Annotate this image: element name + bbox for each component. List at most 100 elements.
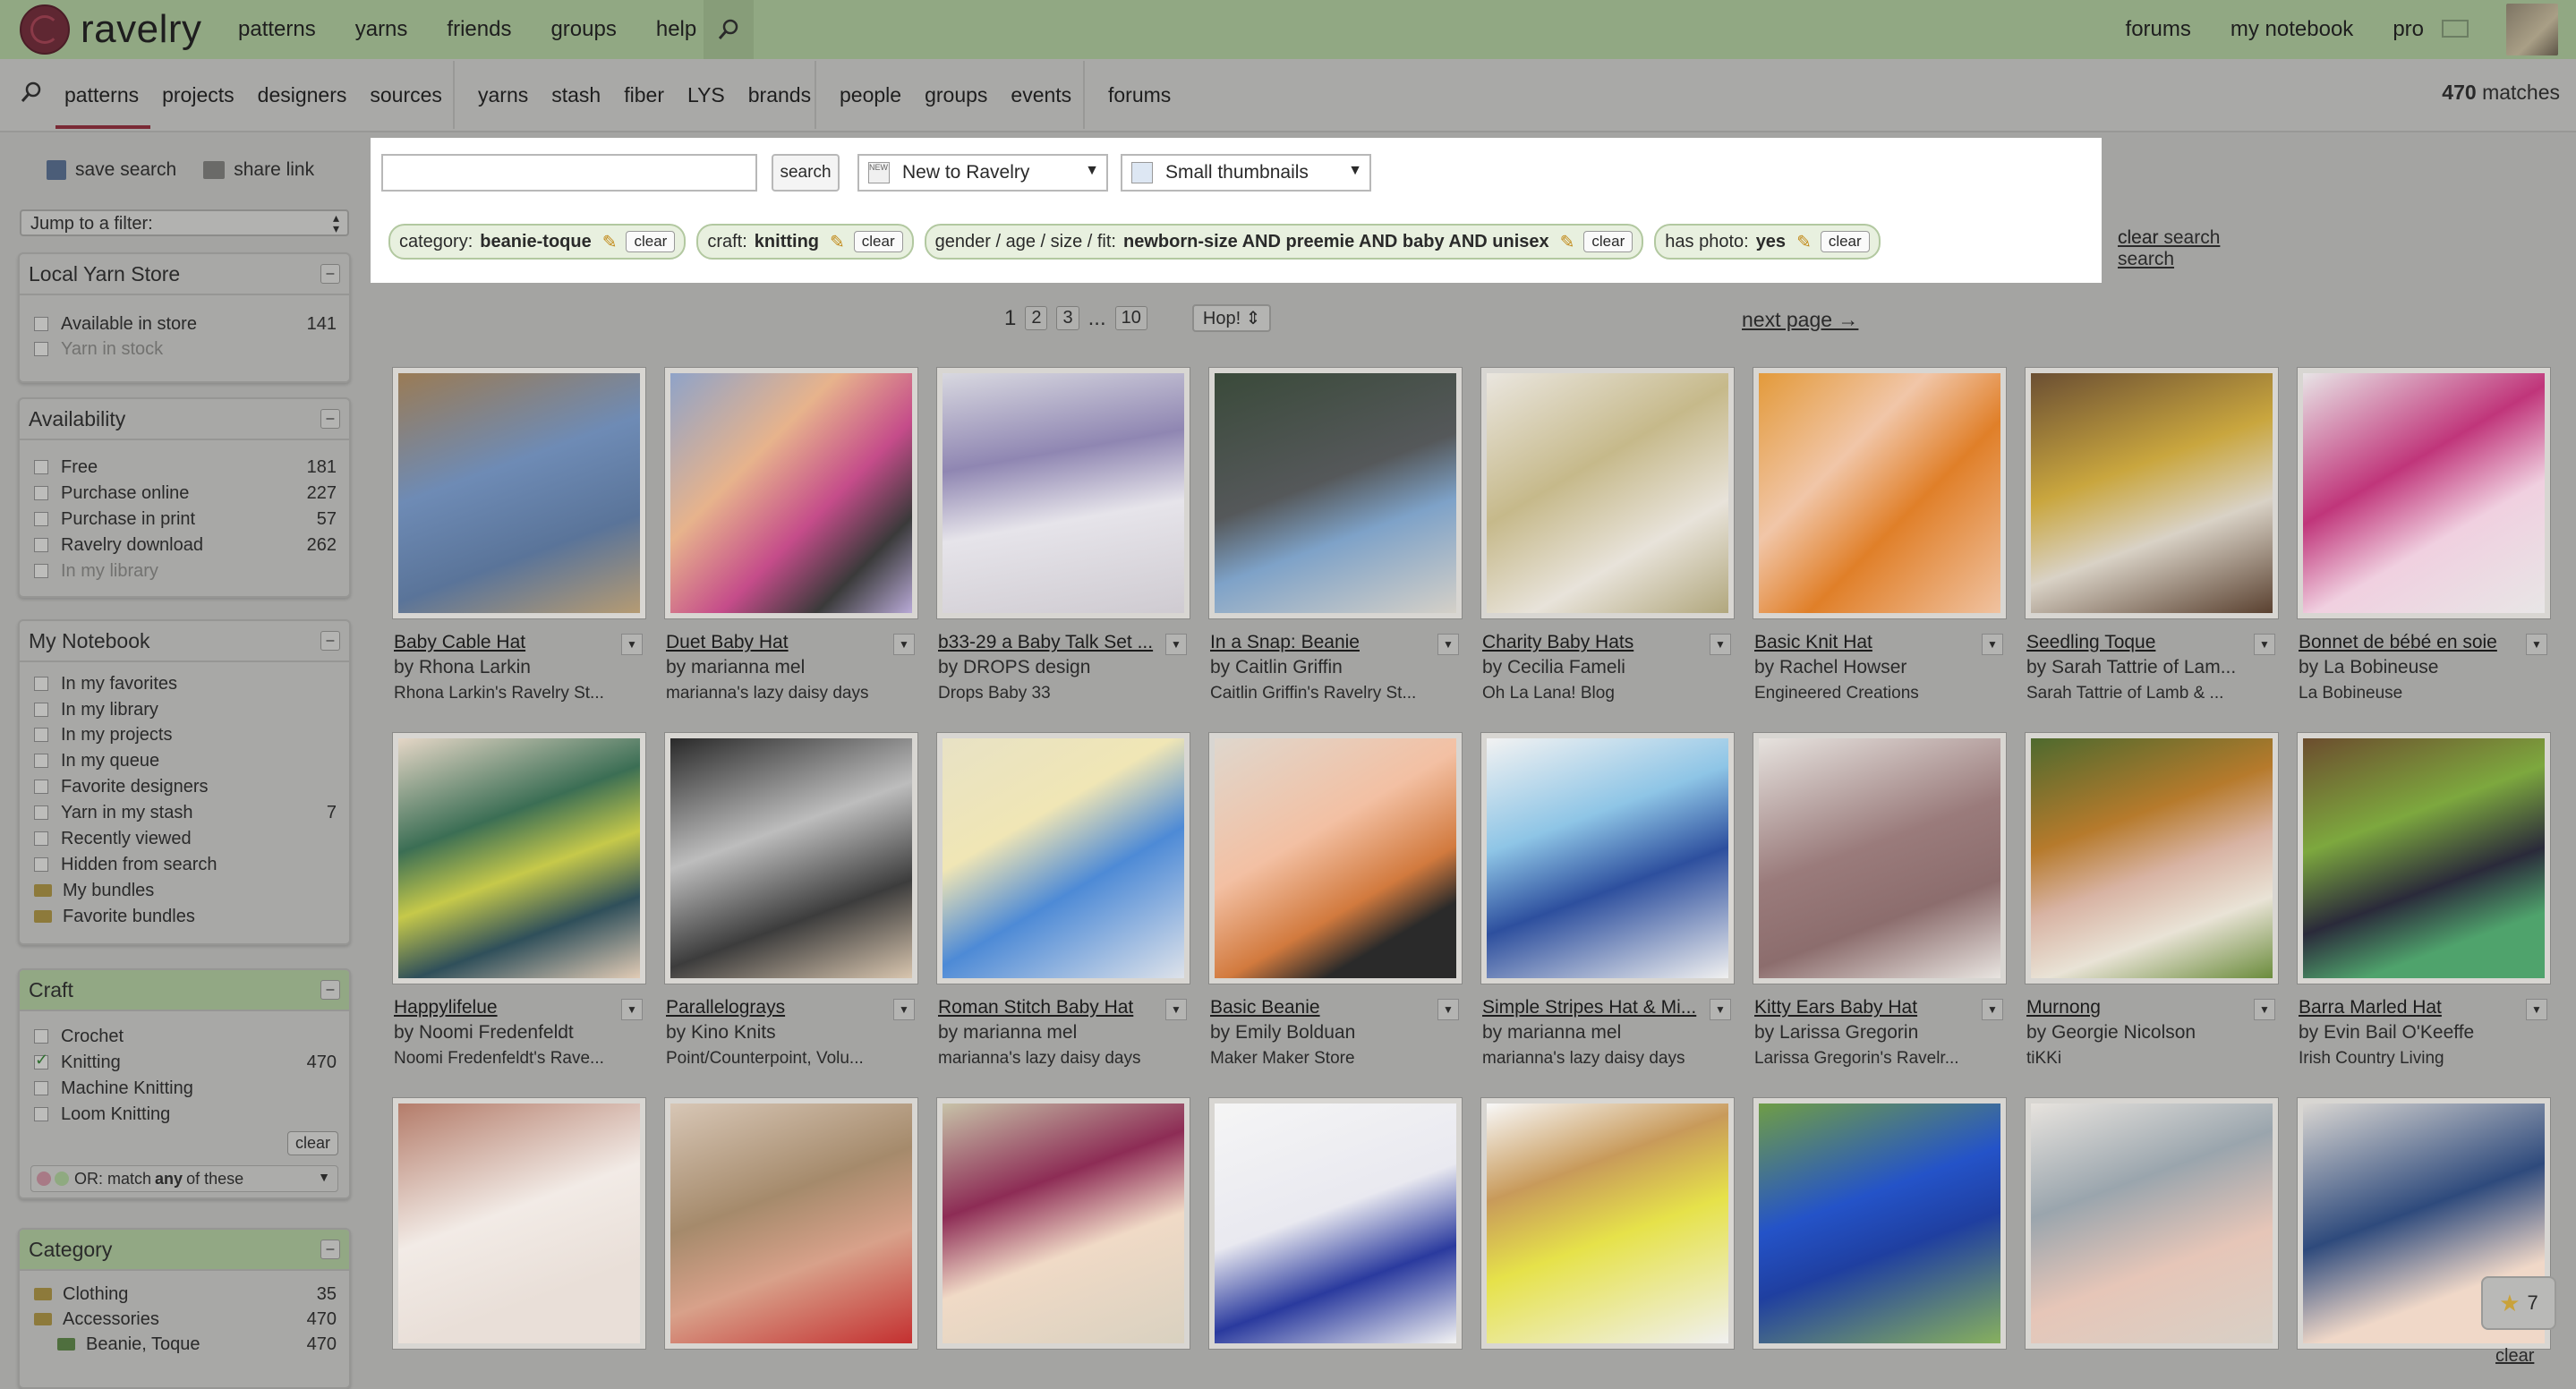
sort-select[interactable]: NEW New to Ravelry ▼ — [857, 154, 1108, 192]
favorites-counter[interactable]: ★ 7 — [2481, 1276, 2556, 1330]
next-page-link[interactable]: next page → — [1742, 308, 1858, 332]
pattern-thumbnail[interactable] — [1208, 732, 1463, 984]
pattern-title-link[interactable]: Parallelograys — [666, 997, 890, 1018]
chevron-down-icon[interactable]: ▼ — [1710, 634, 1731, 655]
pattern-thumbnail[interactable] — [664, 732, 918, 984]
filter-ravelry-download[interactable]: Ravelry download 262 — [34, 533, 337, 558]
chevron-down-icon[interactable]: ▼ — [621, 634, 643, 655]
craft-clear-button[interactable]: clear — [286, 1131, 338, 1155]
filter-recently-viewed[interactable]: Recently viewed — [34, 826, 337, 851]
pattern-designer[interactable]: by Emily Bolduan — [1210, 1022, 1457, 1044]
pattern-source[interactable]: Rhona Larkin's Ravelry St... — [394, 684, 641, 703]
filter-crochet[interactable]: Crochet — [34, 1024, 337, 1049]
pattern-title-link[interactable]: Duet Baby Hat — [666, 632, 890, 653]
filter-in-my-library[interactable]: In my library — [34, 697, 337, 722]
search-input[interactable] — [381, 154, 757, 192]
pencil-icon[interactable]: ✎ — [1796, 231, 1812, 253]
filter-in-my-queue[interactable]: In my queue — [34, 748, 337, 773]
filter-free[interactable]: Free 181 — [34, 455, 337, 480]
page-3[interactable]: 3 — [1056, 306, 1079, 330]
chevron-down-icon[interactable]: ▼ — [1982, 634, 2003, 655]
pattern-thumbnail[interactable] — [1753, 367, 2007, 619]
ravelry-logo[interactable]: ravelry — [20, 4, 202, 55]
pattern-title-link[interactable]: b33-29 a Baby Talk Set ... — [938, 632, 1162, 653]
filter-purchase-in-print[interactable]: Purchase in print 57 — [34, 507, 337, 532]
pencil-icon[interactable]: ✎ — [1560, 231, 1575, 253]
pattern-thumbnail[interactable] — [2297, 367, 2551, 619]
pattern-source[interactable]: Larissa Gregorin's Ravelr... — [1754, 1049, 2001, 1069]
filter-hidden-from-search[interactable]: Hidden from search — [34, 852, 337, 877]
pattern-designer[interactable]: by marianna mel — [666, 657, 913, 678]
panel-header[interactable]: My Notebook – — [20, 621, 349, 662]
pattern-thumbnail[interactable] — [1480, 367, 1735, 619]
filter-chip-craft[interactable]: craft: knitting ✎ clear — [696, 224, 914, 260]
chip-clear-button[interactable]: clear — [1583, 231, 1633, 252]
tab-designers[interactable]: designers — [258, 83, 347, 107]
pattern-title-link[interactable]: Murnong — [2026, 997, 2250, 1018]
chevron-down-icon[interactable]: ▼ — [1165, 999, 1187, 1020]
pattern-thumbnail[interactable] — [1753, 1097, 2007, 1350]
nav-pro[interactable]: pro — [2393, 17, 2424, 42]
pattern-title-link[interactable]: Kitty Ears Baby Hat — [1754, 997, 1978, 1018]
pattern-designer[interactable]: by marianna mel — [938, 1022, 1185, 1044]
pattern-source[interactable]: Irish Country Living — [2299, 1049, 2546, 1069]
pattern-source[interactable]: marianna's lazy daisy days — [938, 1049, 1185, 1069]
pattern-title-link[interactable]: Basic Beanie — [1210, 997, 1434, 1018]
pattern-thumbnail[interactable] — [1753, 732, 2007, 984]
pattern-source[interactable]: Engineered Creations — [1754, 684, 2001, 703]
folder-my-bundles[interactable]: My bundles — [34, 878, 337, 903]
pattern-designer[interactable]: by Caitlin Griffin — [1210, 657, 1457, 678]
pattern-title-link[interactable]: Happylifelue — [394, 997, 618, 1018]
chevron-down-icon[interactable]: ▼ — [2526, 999, 2547, 1020]
pattern-title-link[interactable]: Seedling Toque — [2026, 632, 2250, 653]
chevron-down-icon[interactable]: ▼ — [1165, 634, 1187, 655]
panel-header[interactable]: Category – — [20, 1230, 349, 1271]
tab-yarns[interactable]: yarns — [478, 83, 528, 107]
tab-stash[interactable]: stash — [551, 83, 601, 107]
nav-my-notebook[interactable]: my notebook — [2231, 17, 2353, 42]
pattern-designer[interactable]: by marianna mel — [1482, 1022, 1729, 1044]
page-2[interactable]: 2 — [1025, 306, 1048, 330]
nav-forums[interactable]: forums — [2126, 17, 2191, 42]
filter-machine-knitting[interactable]: Machine Knitting — [34, 1076, 337, 1101]
filter-in-my-projects[interactable]: In my projects — [34, 722, 337, 747]
pattern-title-link[interactable]: Simple Stripes Hat & Mi... — [1482, 997, 1706, 1018]
pattern-thumbnail[interactable] — [664, 1097, 918, 1350]
clear-search-link[interactable]: clear search — [2118, 227, 2220, 249]
share-link-button[interactable]: share link — [203, 159, 314, 181]
search-icon[interactable] — [704, 0, 754, 59]
pattern-thumbnail[interactable] — [664, 367, 918, 619]
chevron-down-icon[interactable]: ▼ — [893, 999, 915, 1020]
category-accessories[interactable]: Accessories 470 — [34, 1307, 337, 1332]
tab-fiber[interactable]: fiber — [624, 83, 664, 107]
category-beanie-toque[interactable]: Beanie, Toque 470 — [57, 1332, 337, 1357]
chevron-down-icon[interactable]: ▼ — [1710, 999, 1731, 1020]
search-button[interactable]: search — [772, 154, 840, 192]
jump-to-filter-select[interactable]: Jump to a filter: — [20, 209, 349, 236]
pattern-source[interactable]: Oh La Lana! Blog — [1482, 684, 1729, 703]
save-search-button[interactable]: save search — [47, 159, 176, 181]
pattern-thumbnail[interactable] — [2025, 732, 2279, 984]
filter-chip-fit[interactable]: gender / age / size / fit: newborn-size A… — [924, 224, 1644, 260]
tab-people[interactable]: people — [840, 83, 901, 107]
pattern-designer[interactable]: by DROPS design — [938, 657, 1185, 678]
category-clothing[interactable]: Clothing 35 — [34, 1282, 337, 1307]
pattern-thumbnail[interactable] — [1208, 1097, 1463, 1350]
match-mode-select[interactable]: OR: match any of these ▼ — [30, 1165, 338, 1192]
hop-select[interactable]: Hop! ⇕ — [1191, 304, 1272, 332]
tab-groups[interactable]: groups — [925, 83, 987, 107]
collapse-icon[interactable]: – — [320, 631, 340, 651]
chip-clear-button[interactable]: clear — [626, 231, 676, 252]
pattern-designer[interactable]: by Sarah Tattrie of Lam... — [2026, 657, 2273, 678]
collapse-icon[interactable]: – — [320, 409, 340, 429]
filter-chip-category[interactable]: category: beanie-toque ✎ clear — [388, 224, 687, 260]
pattern-source[interactable]: La Bobineuse — [2299, 684, 2546, 703]
pattern-thumbnail[interactable] — [1208, 367, 1463, 619]
tab-patterns[interactable]: patterns — [64, 83, 139, 107]
pattern-designer[interactable]: by Cecilia Fameli — [1482, 657, 1729, 678]
pattern-source[interactable]: Point/Counterpoint, Volu... — [666, 1049, 913, 1069]
avatar[interactable] — [2506, 4, 2558, 55]
pattern-designer[interactable]: by Larissa Gregorin — [1754, 1022, 2001, 1044]
pattern-designer[interactable]: by Georgie Nicolson — [2026, 1022, 2273, 1044]
filter-in-my-favorites[interactable]: In my favorites — [34, 671, 337, 696]
